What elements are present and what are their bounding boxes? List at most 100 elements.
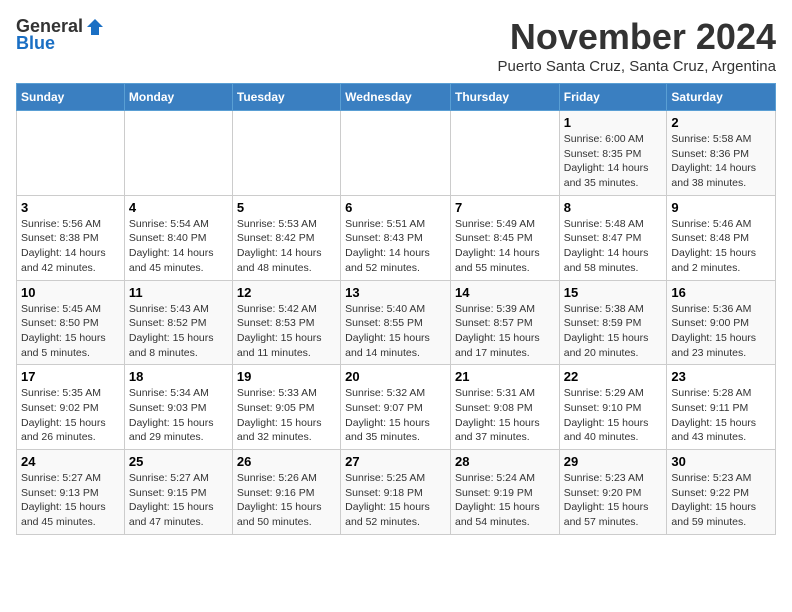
day-cell: 20 Sunrise: 5:32 AMSunset: 9:07 PMDayligh…: [341, 365, 451, 450]
week-row-3: 10 Sunrise: 5:45 AMSunset: 8:50 PMDayligh…: [17, 280, 776, 365]
day-info: Sunrise: 5:29 AMSunset: 9:10 PMDaylight:…: [564, 386, 663, 445]
day-info: Sunrise: 5:39 AMSunset: 8:57 PMDaylight:…: [455, 302, 555, 361]
day-info: Sunrise: 5:53 AMSunset: 8:42 PMDaylight:…: [237, 217, 336, 276]
day-info: Sunrise: 5:56 AMSunset: 8:38 PMDaylight:…: [21, 217, 120, 276]
day-number: 25: [129, 454, 228, 469]
day-cell: 8Sunrise: 5:48 AMSunset: 8:47 PMDaylight…: [559, 195, 667, 280]
day-cell: 5 Sunrise: 5:53 AMSunset: 8:42 PMDaylight…: [232, 195, 340, 280]
day-cell: 29 Sunrise: 5:23 AMSunset: 9:20 PMDayligh…: [559, 450, 667, 535]
day-info: Sunrise: 5:54 AMSunset: 8:40 PMDaylight:…: [129, 217, 228, 276]
day-info: Sunrise: 6:00 AMSunset: 8:35 PMDaylight:…: [564, 132, 663, 191]
day-cell: 16 Sunrise: 5:36 AMSunset: 9:00 PMDayligh…: [667, 280, 776, 365]
day-info: Sunrise: 5:34 AMSunset: 9:03 PMDaylight:…: [129, 386, 228, 445]
day-number: 19: [237, 369, 336, 384]
day-cell: 11 Sunrise: 5:43 AMSunset: 8:52 PMDayligh…: [124, 280, 232, 365]
day-number: 7: [455, 200, 555, 215]
day-header-sunday: Sunday: [17, 84, 125, 111]
day-number: 21: [455, 369, 555, 384]
day-cell: [450, 111, 559, 196]
day-info: Sunrise: 5:31 AMSunset: 9:08 PMDaylight:…: [455, 386, 555, 445]
day-number: 24: [21, 454, 120, 469]
day-cell: [17, 111, 125, 196]
day-info: Sunrise: 5:45 AMSunset: 8:50 PMDaylight:…: [21, 302, 120, 361]
day-info: Sunrise: 5:28 AMSunset: 9:11 PMDaylight:…: [671, 386, 771, 445]
day-cell: 23 Sunrise: 5:28 AMSunset: 9:11 PMDayligh…: [667, 365, 776, 450]
week-row-5: 24 Sunrise: 5:27 AMSunset: 9:13 PMDayligh…: [17, 450, 776, 535]
day-info: Sunrise: 5:46 AMSunset: 8:48 PMDaylight:…: [671, 217, 771, 276]
day-number: 5: [237, 200, 336, 215]
week-row-1: 1 Sunrise: 6:00 AMSunset: 8:35 PMDaylight…: [17, 111, 776, 196]
day-number: 28: [455, 454, 555, 469]
day-cell: 26 Sunrise: 5:26 AMSunset: 9:16 PMDayligh…: [232, 450, 340, 535]
subtitle: Puerto Santa Cruz, Santa Cruz, Argentina: [498, 58, 777, 75]
day-cell: 18 Sunrise: 5:34 AMSunset: 9:03 PMDayligh…: [124, 365, 232, 450]
day-number: 10: [21, 285, 120, 300]
day-number: 30: [671, 454, 771, 469]
day-info: Sunrise: 5:49 AMSunset: 8:45 PMDaylight:…: [455, 217, 555, 276]
day-header-tuesday: Tuesday: [232, 84, 340, 111]
day-info: Sunrise: 5:42 AMSunset: 8:53 PMDaylight:…: [237, 302, 336, 361]
day-number: 26: [237, 454, 336, 469]
day-cell: [341, 111, 451, 196]
day-cell: 3 Sunrise: 5:56 AMSunset: 8:38 PMDaylight…: [17, 195, 125, 280]
day-info: Sunrise: 5:38 AMSunset: 8:59 PMDaylight:…: [564, 302, 663, 361]
day-info: Sunrise: 5:58 AMSunset: 8:36 PMDaylight:…: [671, 132, 771, 191]
day-cell: [232, 111, 340, 196]
title-area: November 2024 Puerto Santa Cruz, Santa C…: [498, 16, 777, 75]
week-row-2: 3 Sunrise: 5:56 AMSunset: 8:38 PMDaylight…: [17, 195, 776, 280]
day-number: 16: [671, 285, 771, 300]
day-number: 13: [345, 285, 446, 300]
day-number: 18: [129, 369, 228, 384]
day-header-friday: Friday: [559, 84, 667, 111]
day-cell: 19Sunrise: 5:33 AMSunset: 9:05 PMDayligh…: [232, 365, 340, 450]
logo-blue: Blue: [16, 33, 55, 54]
header: General Blue November 2024 Puerto Santa …: [16, 16, 776, 75]
day-cell: 2 Sunrise: 5:58 AMSunset: 8:36 PMDaylight…: [667, 111, 776, 196]
day-number: 3: [21, 200, 120, 215]
day-cell: 17Sunrise: 5:35 AMSunset: 9:02 PMDayligh…: [17, 365, 125, 450]
day-info: Sunrise: 5:27 AMSunset: 9:13 PMDaylight:…: [21, 471, 120, 530]
day-number: 12: [237, 285, 336, 300]
day-cell: 27 Sunrise: 5:25 AMSunset: 9:18 PMDayligh…: [341, 450, 451, 535]
day-info: Sunrise: 5:25 AMSunset: 9:18 PMDaylight:…: [345, 471, 446, 530]
day-info: Sunrise: 5:23 AMSunset: 9:22 PMDaylight:…: [671, 471, 771, 530]
day-number: 2: [671, 115, 771, 130]
day-number: 27: [345, 454, 446, 469]
day-cell: 14 Sunrise: 5:39 AMSunset: 8:57 PMDayligh…: [450, 280, 559, 365]
day-info: Sunrise: 5:43 AMSunset: 8:52 PMDaylight:…: [129, 302, 228, 361]
day-cell: 22 Sunrise: 5:29 AMSunset: 9:10 PMDayligh…: [559, 365, 667, 450]
day-number: 1: [564, 115, 663, 130]
day-info: Sunrise: 5:23 AMSunset: 9:20 PMDaylight:…: [564, 471, 663, 530]
day-info: Sunrise: 5:32 AMSunset: 9:07 PMDaylight:…: [345, 386, 446, 445]
day-cell: 24 Sunrise: 5:27 AMSunset: 9:13 PMDayligh…: [17, 450, 125, 535]
day-header-monday: Monday: [124, 84, 232, 111]
month-title: November 2024: [498, 16, 777, 58]
day-cell: 15 Sunrise: 5:38 AMSunset: 8:59 PMDayligh…: [559, 280, 667, 365]
day-number: 14: [455, 285, 555, 300]
day-cell: 7 Sunrise: 5:49 AMSunset: 8:45 PMDaylight…: [450, 195, 559, 280]
day-cell: 30 Sunrise: 5:23 AMSunset: 9:22 PMDayligh…: [667, 450, 776, 535]
day-number: 23: [671, 369, 771, 384]
day-number: 4: [129, 200, 228, 215]
day-header-saturday: Saturday: [667, 84, 776, 111]
day-cell: 6Sunrise: 5:51 AMSunset: 8:43 PMDaylight…: [341, 195, 451, 280]
day-number: 11: [129, 285, 228, 300]
day-cell: 28Sunrise: 5:24 AMSunset: 9:19 PMDayligh…: [450, 450, 559, 535]
day-cell: 1 Sunrise: 6:00 AMSunset: 8:35 PMDaylight…: [559, 111, 667, 196]
day-number: 20: [345, 369, 446, 384]
day-cell: 13Sunrise: 5:40 AMSunset: 8:55 PMDayligh…: [341, 280, 451, 365]
day-number: 6: [345, 200, 446, 215]
day-cell: 4 Sunrise: 5:54 AMSunset: 8:40 PMDaylight…: [124, 195, 232, 280]
day-info: Sunrise: 5:36 AMSunset: 9:00 PMDaylight:…: [671, 302, 771, 361]
day-cell: 21 Sunrise: 5:31 AMSunset: 9:08 PMDayligh…: [450, 365, 559, 450]
day-number: 15: [564, 285, 663, 300]
header-row: SundayMondayTuesdayWednesdayThursdayFrid…: [17, 84, 776, 111]
day-number: 29: [564, 454, 663, 469]
day-cell: 9Sunrise: 5:46 AMSunset: 8:48 PMDaylight…: [667, 195, 776, 280]
day-info: Sunrise: 5:26 AMSunset: 9:16 PMDaylight:…: [237, 471, 336, 530]
day-cell: 25Sunrise: 5:27 AMSunset: 9:15 PMDayligh…: [124, 450, 232, 535]
day-number: 8: [564, 200, 663, 215]
day-cell: 12 Sunrise: 5:42 AMSunset: 8:53 PMDayligh…: [232, 280, 340, 365]
logo: General Blue: [16, 16, 105, 54]
day-number: 22: [564, 369, 663, 384]
